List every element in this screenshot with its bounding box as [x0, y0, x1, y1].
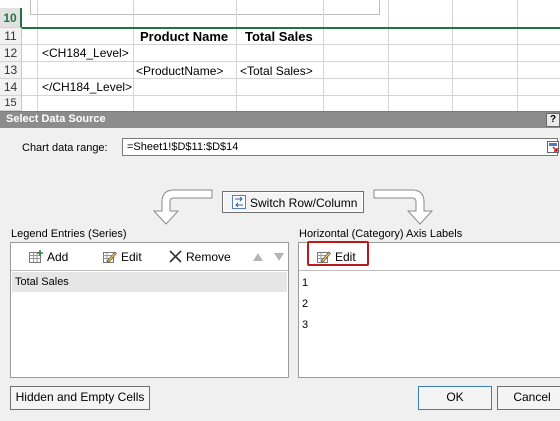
- chart-axis-tick: 3: [313, 0, 318, 2]
- remove-series-label: Remove: [186, 249, 231, 264]
- curved-arrow-left-icon: [152, 189, 213, 225]
- axis-toolbar: Edit: [299, 241, 560, 271]
- chart-axis-tick: 2: [215, 0, 220, 2]
- help-button[interactable]: ?: [546, 113, 560, 127]
- edit-series-label: Edit: [121, 249, 142, 264]
- remove-x-icon: [169, 250, 182, 263]
- add-series-label: Add: [47, 249, 69, 264]
- legend-entries-panel: Add Edit Remove Total Sales: [10, 242, 289, 378]
- switch-row-column-icon: [232, 195, 246, 209]
- row-header-15[interactable]: 15: [0, 96, 22, 111]
- switch-row-column-button[interactable]: Switch Row/Column: [222, 191, 364, 213]
- row-header-13[interactable]: 13: [0, 62, 22, 79]
- grid-line: [22, 44, 560, 45]
- edit-series-button[interactable]: Edit: [103, 249, 142, 264]
- axis-labels-header: Horizontal (Category) Axis Labels: [299, 228, 463, 240]
- row-header-12[interactable]: 12: [0, 45, 22, 62]
- move-down-icon[interactable]: [274, 253, 284, 261]
- dialog-titlebar[interactable]: Select Data Source ?: [0, 112, 560, 128]
- embedded-chart[interactable]: 1 2 3: [30, 0, 380, 15]
- axis-labels-panel: Edit 1 2 3: [298, 241, 560, 378]
- grid-line: [22, 78, 560, 79]
- curved-arrow-right-icon: [373, 189, 434, 225]
- row-header-11[interactable]: 11: [0, 28, 22, 45]
- chart-axis-tick: 1: [117, 0, 122, 2]
- series-name: Total Sales: [15, 276, 69, 288]
- spreadsheet-grid: 1 2 3 10 11 12 13 14 15 Product Name Tot…: [0, 0, 560, 111]
- cell-level-close[interactable]: </CH184_Level>: [42, 80, 132, 94]
- axis-label-item[interactable]: 2: [302, 298, 308, 310]
- move-up-icon[interactable]: [253, 253, 263, 261]
- ok-button[interactable]: OK: [418, 386, 492, 410]
- axis-label-item[interactable]: 1: [302, 277, 308, 289]
- add-table-icon: [29, 250, 43, 264]
- remove-series-button[interactable]: Remove: [169, 249, 231, 264]
- cell-product-name-field[interactable]: <ProductName>: [136, 64, 223, 78]
- chart-data-range-label: Chart data range:: [22, 142, 108, 154]
- legend-entries-header: Legend Entries (Series): [11, 228, 127, 240]
- cancel-button[interactable]: Cancel: [497, 386, 560, 410]
- cell-total-sales-header[interactable]: Total Sales: [245, 29, 313, 44]
- collapse-dialog-icon[interactable]: [547, 141, 559, 153]
- cell-product-name-header[interactable]: Product Name: [140, 29, 228, 44]
- switch-row-column-label: Switch Row/Column: [250, 196, 358, 210]
- hidden-empty-cells-button[interactable]: Hidden and Empty Cells: [10, 386, 150, 410]
- grid-line: [22, 95, 560, 96]
- chart-data-range-input[interactable]: =Sheet1!$D$11:$D$14: [122, 138, 558, 156]
- highlight-box: [307, 241, 369, 266]
- row-header-10[interactable]: 10: [0, 8, 22, 28]
- row-header-14[interactable]: 14: [0, 79, 22, 96]
- axis-label-item[interactable]: 3: [302, 319, 308, 331]
- cell-level-open[interactable]: <CH184_Level>: [42, 46, 129, 60]
- cell-total-sales-field[interactable]: <Total Sales>: [240, 64, 313, 78]
- grid-line: [22, 61, 560, 62]
- edit-pencil-icon: [103, 251, 117, 264]
- select-data-source-dialog: Select Data Source ? Chart data range: =…: [0, 111, 560, 421]
- dialog-title: Select Data Source: [6, 113, 106, 125]
- series-list-item[interactable]: Total Sales: [12, 272, 287, 292]
- legend-toolbar: Add Edit Remove: [11, 243, 288, 271]
- add-series-button[interactable]: Add: [29, 249, 68, 264]
